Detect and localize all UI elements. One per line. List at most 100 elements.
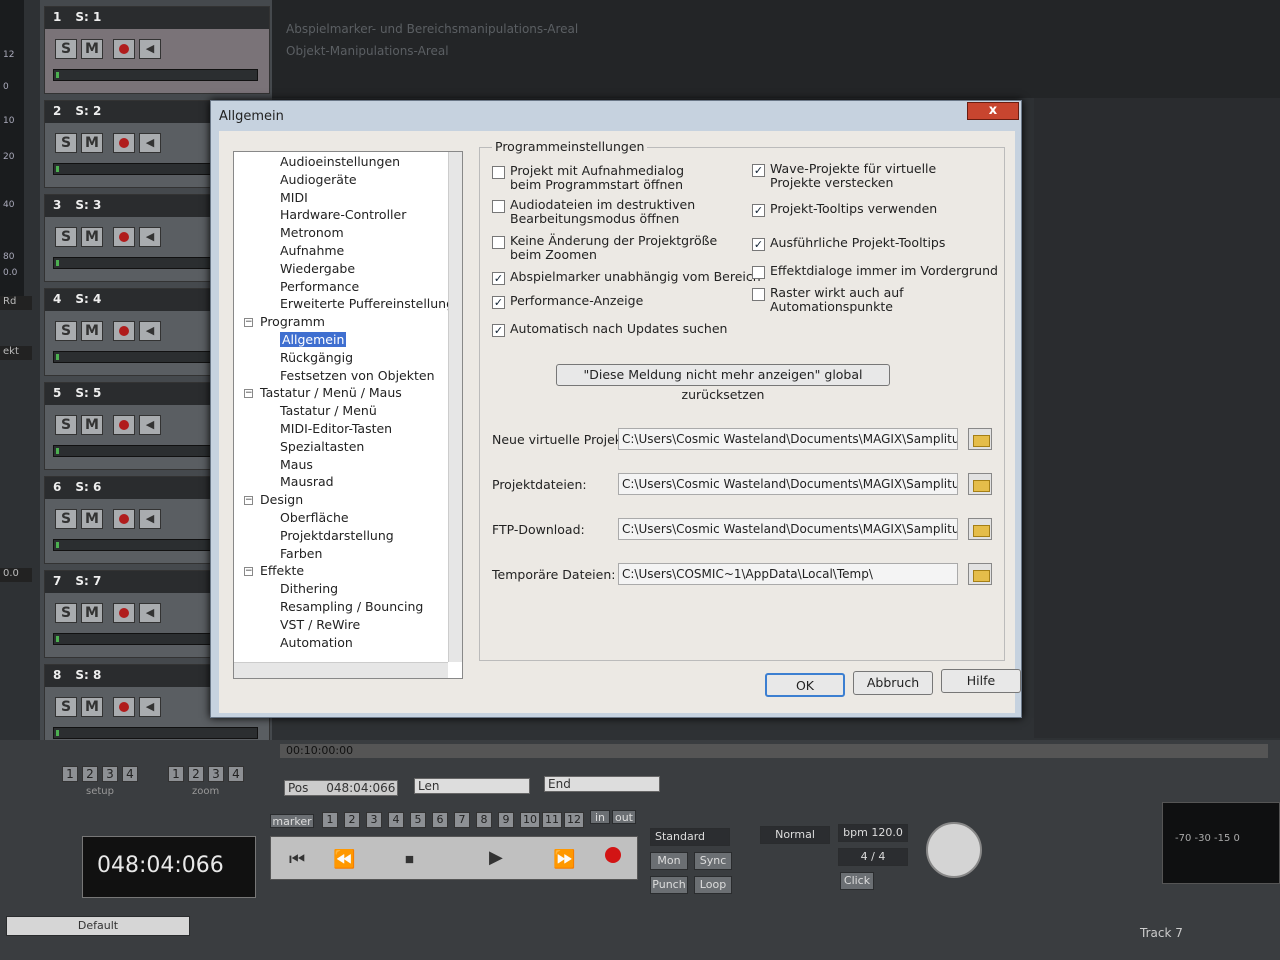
marker-button[interactable]: 10 xyxy=(520,812,540,828)
mute-button[interactable]: M xyxy=(81,697,103,717)
tree-item[interactable]: Effekte xyxy=(260,563,304,578)
ok-button[interactable]: OK xyxy=(765,673,845,697)
tree-item[interactable]: Oberfläche xyxy=(280,510,349,525)
marker-button[interactable]: 2 xyxy=(344,812,360,828)
solo-button[interactable]: S xyxy=(55,603,77,623)
tree-item[interactable]: Audioeinstellungen xyxy=(280,154,400,169)
punch-button[interactable]: Punch xyxy=(650,876,688,894)
zoom-button[interactable]: 2 xyxy=(188,766,204,782)
checkbox[interactable]: ✓ xyxy=(752,204,765,217)
tree-item[interactable]: Farben xyxy=(280,546,322,561)
marker-button[interactable]: 6 xyxy=(432,812,448,828)
record-arm-button[interactable] xyxy=(113,133,135,153)
stop-icon[interactable]: ⏹ xyxy=(405,849,414,870)
loop-button[interactable]: Loop xyxy=(694,876,732,894)
mute-button[interactable]: M xyxy=(81,133,103,153)
sync-button[interactable]: Sync xyxy=(694,852,732,870)
marker-button[interactable]: 3 xyxy=(366,812,382,828)
mute-button[interactable]: M xyxy=(81,227,103,247)
collapse-icon[interactable]: − xyxy=(244,318,253,328)
record-arm-button[interactable] xyxy=(113,415,135,435)
setup-button[interactable]: 3 xyxy=(102,766,118,782)
mute-button[interactable]: M xyxy=(81,39,103,59)
zoom-button[interactable]: 1 xyxy=(168,766,184,782)
track-header[interactable]: 1 S: 1 S M ◀ xyxy=(44,6,270,94)
solo-button[interactable]: S xyxy=(55,321,77,341)
solo-button[interactable]: S xyxy=(55,509,77,529)
tree-item[interactable]: Hardware-Controller xyxy=(280,207,406,222)
record-arm-button[interactable] xyxy=(113,697,135,717)
jog-wheel[interactable] xyxy=(926,822,982,878)
tree-item[interactable]: MIDI-Editor-Tasten xyxy=(280,421,392,436)
tree-hscrollbar[interactable] xyxy=(234,662,448,678)
zoom-button[interactable]: 3 xyxy=(208,766,224,782)
cancel-button[interactable]: Abbruch xyxy=(853,671,933,695)
folder-icon[interactable] xyxy=(968,563,992,585)
normal-select[interactable]: Normal xyxy=(760,826,830,844)
fast-forward-icon[interactable]: ⏩ xyxy=(553,849,575,870)
speaker-icon[interactable]: ◀ xyxy=(139,227,161,247)
setup-button[interactable]: 4 xyxy=(122,766,138,782)
tree-item[interactable]: Tastatur / Menü / Maus xyxy=(260,385,402,400)
tree-item[interactable]: Metronom xyxy=(280,225,344,240)
tree-item[interactable]: Spezialtasten xyxy=(280,439,364,454)
record-arm-button[interactable] xyxy=(113,603,135,623)
default-select[interactable]: Default xyxy=(6,916,190,936)
end-field[interactable]: End xyxy=(544,776,660,792)
record-arm-button[interactable] xyxy=(113,227,135,247)
speaker-icon[interactable]: ◀ xyxy=(139,133,161,153)
volume-fader[interactable] xyxy=(53,69,258,81)
rewind-icon[interactable]: ⏪ xyxy=(333,849,355,870)
tree-item[interactable]: Dithering xyxy=(280,581,338,596)
mode-select[interactable]: Standard xyxy=(650,828,730,846)
checkbox[interactable] xyxy=(492,200,505,213)
mon-button[interactable]: Mon xyxy=(650,852,688,870)
volume-fader[interactable] xyxy=(53,727,258,739)
record-icon[interactable] xyxy=(605,847,621,863)
checkbox[interactable]: ✓ xyxy=(492,324,505,337)
marker-button[interactable]: 1 xyxy=(322,812,338,828)
mute-button[interactable]: M xyxy=(81,321,103,341)
settings-tree[interactable]: Audioeinstellungen Audiogeräte MIDI Hardwar… xyxy=(233,151,463,679)
record-arm-button[interactable] xyxy=(113,321,135,341)
rewind-start-icon[interactable]: ⏮ xyxy=(289,849,305,870)
folder-icon[interactable] xyxy=(968,518,992,540)
tree-item[interactable]: Programm xyxy=(260,314,325,329)
close-button[interactable]: x xyxy=(967,102,1019,120)
path-field[interactable]: C:\Users\Cosmic Wasteland\Documents\MAGI… xyxy=(618,428,958,450)
tree-item[interactable]: Design xyxy=(260,492,303,507)
marker-button[interactable]: 5 xyxy=(410,812,426,828)
setup-button[interactable]: 1 xyxy=(62,766,78,782)
tree-item[interactable]: VST / ReWire xyxy=(280,617,360,632)
speaker-icon[interactable]: ◀ xyxy=(139,697,161,717)
marker-button[interactable]: 9 xyxy=(498,812,514,828)
solo-button[interactable]: S xyxy=(55,133,77,153)
folder-icon[interactable] xyxy=(968,473,992,495)
time-counter[interactable]: 048:04:066 xyxy=(82,836,256,898)
tree-item[interactable]: Audiogeräte xyxy=(280,172,357,187)
tree-item[interactable]: Aufnahme xyxy=(280,243,344,258)
tree-item[interactable]: Projektdarstellung xyxy=(280,528,394,543)
path-field[interactable]: C:\Users\Cosmic Wasteland\Documents\MAGI… xyxy=(618,518,958,540)
pos-field[interactable]: Pos 048:04:066 xyxy=(284,780,398,796)
record-arm-button[interactable] xyxy=(113,509,135,529)
marker-button[interactable]: 12 xyxy=(564,812,584,828)
tree-item[interactable]: Mausrad xyxy=(280,474,334,489)
reset-messages-button[interactable]: "Diese Meldung nicht mehr anzeigen" glob… xyxy=(556,364,890,402)
tree-item[interactable]: Maus xyxy=(280,457,313,472)
marker-button[interactable]: 8 xyxy=(476,812,492,828)
speaker-icon[interactable]: ◀ xyxy=(139,509,161,529)
checkbox[interactable]: ✓ xyxy=(752,164,765,177)
speaker-icon[interactable]: ◀ xyxy=(139,39,161,59)
tree-item[interactable]: Festsetzen von Objekten xyxy=(280,368,435,383)
mute-button[interactable]: M xyxy=(81,509,103,529)
solo-button[interactable]: S xyxy=(55,697,77,717)
marker-button[interactable]: 7 xyxy=(454,812,470,828)
record-arm-button[interactable] xyxy=(113,39,135,59)
tree-item[interactable]: Rückgängig xyxy=(280,350,353,365)
solo-button[interactable]: S xyxy=(55,415,77,435)
speaker-icon[interactable]: ◀ xyxy=(139,415,161,435)
tree-item[interactable]: Erweiterte Puffereinstellungen xyxy=(280,296,462,311)
tree-scrollbar[interactable] xyxy=(448,152,462,662)
click-button[interactable]: Click xyxy=(840,872,874,890)
